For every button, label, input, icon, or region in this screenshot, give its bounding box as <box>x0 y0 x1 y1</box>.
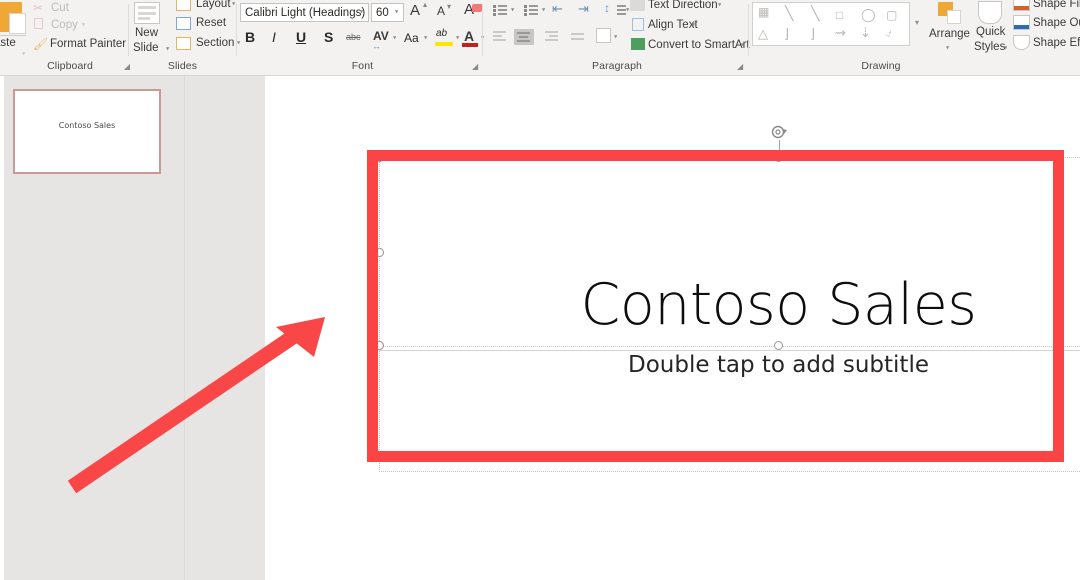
arrange-button-label[interactable]: Arrange <box>929 28 970 41</box>
rotate-handle-icon[interactable] <box>771 124 788 141</box>
shape-effects-icon <box>1013 35 1030 50</box>
line-shape-icon[interactable]: ╲ <box>785 5 793 22</box>
ribbon: aste ▾ ✂ Cut Copy ▾ 🖌 Format Painter Cli… <box>0 0 1080 76</box>
resize-handle-bottom-left[interactable] <box>375 341 384 350</box>
slide-thumbnail-1[interactable]: Contoso Sales <box>13 89 161 174</box>
resize-handle-middle-left[interactable] <box>375 248 384 257</box>
rounded-rectangle-shape-icon[interactable]: ▢ <box>886 8 897 22</box>
slide-canvas[interactable]: Contoso Sales Double tap to add subtitle <box>265 76 1080 580</box>
slide-panel-gutter <box>184 76 265 580</box>
resize-handle-top-left[interactable] <box>375 153 384 162</box>
group-label-drawing: Drawing <box>861 60 901 72</box>
ribbon-group-drawing: ▦ ╲ ╲ □ ◯ ▢ △ ⌋ ⌋ ⇝ ⇣ ⍻ ▾ Arrange ▾ Quic… <box>0 0 1080 75</box>
quick-styles-label-1[interactable]: Quick <box>976 26 1005 39</box>
line-arrow-shape-icon[interactable]: ╲ <box>811 5 819 22</box>
triangle-shape-icon[interactable]: △ <box>758 26 768 42</box>
shape-fill-icon <box>1013 0 1030 11</box>
quick-styles-label-2[interactable]: Styles <box>974 41 1005 54</box>
quick-styles-icon[interactable] <box>978 1 1002 24</box>
shape-fill-button-label[interactable]: Shape Fill <box>1033 0 1080 11</box>
shape-effects-button-label[interactable]: Shape Effec <box>1033 37 1080 50</box>
right-arrow-shape-icon[interactable]: ⇝ <box>835 25 846 41</box>
arrange-dropdown-caret[interactable]: ▾ <box>946 44 949 56</box>
shapes-gallery-more-caret[interactable]: ▾ <box>915 18 919 30</box>
oval-shape-icon[interactable]: ◯ <box>861 7 876 23</box>
shapes-gallery[interactable]: ▦ ╲ ╲ □ ◯ ▢ △ ⌋ ⌋ ⇝ ⇣ ⍻ <box>752 2 910 46</box>
slide-subtitle-text[interactable]: Double tap to add subtitle <box>379 352 1080 378</box>
arrange-icon[interactable] <box>938 2 962 24</box>
down-arrow-shape-icon[interactable]: ⇣ <box>860 25 871 41</box>
resize-handle-bottom-center[interactable] <box>774 341 783 350</box>
rectangle-shape-icon[interactable]: □ <box>836 8 843 22</box>
shape-outline-button-label[interactable]: Shape Outli <box>1033 17 1080 30</box>
slide-thumbnail-1-title: Contoso Sales <box>58 121 116 130</box>
shape-outline-icon <box>1013 15 1030 30</box>
slide-title-text[interactable]: Contoso Sales <box>379 272 1080 338</box>
elbow-connector-shape-icon[interactable]: ⌋ <box>784 26 789 42</box>
elbow-arrow-shape-icon[interactable]: ⌋ <box>810 26 815 42</box>
slide-thumbnail-panel[interactable]: Contoso Sales <box>4 76 184 580</box>
powerpoint-window: aste ▾ ✂ Cut Copy ▾ 🖌 Format Painter Cli… <box>0 0 1080 580</box>
quick-styles-dropdown-caret[interactable]: ▾ <box>1004 44 1007 56</box>
textbox-shape-icon[interactable]: ▦ <box>758 5 769 19</box>
folded-corner-shape-icon[interactable]: ⍻ <box>885 26 892 41</box>
resize-handle-top-center[interactable] <box>774 153 783 162</box>
